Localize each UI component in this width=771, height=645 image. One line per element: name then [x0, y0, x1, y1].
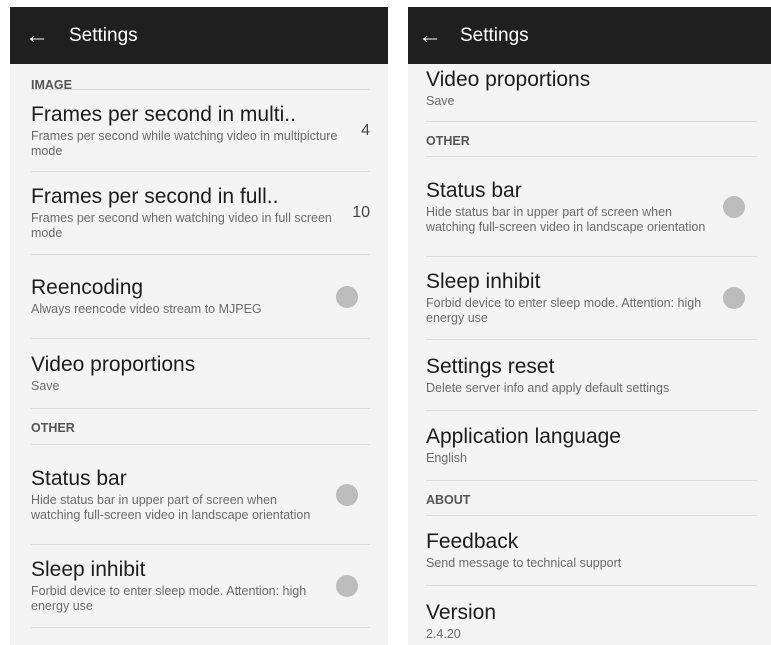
setting-value: 10: [352, 204, 370, 221]
setting-sleep-inhibit[interactable]: Sleep inhibit Forbid device to enter sle…: [31, 545, 370, 628]
section-header-about: ABOUT: [426, 481, 757, 516]
setting-sleep-inhibit[interactable]: Sleep inhibit Forbid device to enter sle…: [426, 257, 757, 340]
page-title: Settings: [69, 24, 138, 46]
setting-subtitle: Frames per second when watching video in…: [31, 211, 332, 240]
setting-title: Frames per second in multi..: [31, 102, 296, 126]
setting-fps-full[interactable]: Frames per second in full.. Frames per s…: [31, 172, 370, 255]
setting-text: Sleep inhibit Forbid device to enter sle…: [426, 270, 709, 326]
setting-status-bar[interactable]: Status bar Hide status bar in upper part…: [426, 157, 757, 257]
setting-text: Status bar Hide status bar in upper part…: [31, 467, 322, 523]
setting-subtitle: Save: [426, 94, 455, 108]
settings-screen-right: ← Settings Video proportions Save OTHER …: [408, 7, 771, 645]
setting-subtitle: Delete server info and apply default set…: [426, 380, 670, 395]
setting-text: Version 2.4.20: [426, 601, 757, 642]
setting-subtitle: Always reencode video stream to MJPEG: [31, 302, 262, 316]
setting-text: Video proportions Save: [31, 353, 370, 394]
setting-subtitle: Hide status bar in upper part of screen …: [31, 492, 311, 522]
setting-version[interactable]: Version 2.4.20: [426, 586, 757, 645]
setting-title: Application language: [426, 425, 621, 448]
setting-application-language[interactable]: Application language English: [426, 411, 757, 481]
setting-text: Application language English: [426, 425, 757, 466]
setting-subtitle: Forbid device to enter sleep mode. Atten…: [31, 584, 307, 613]
setting-reencoding[interactable]: Reencoding Always reencode video stream …: [31, 255, 370, 339]
settings-screen-left: ← Settings IMAGE Frames per second in mu…: [10, 7, 388, 645]
settings-list: IMAGE Frames per second in multi.. Frame…: [10, 64, 388, 628]
setting-text: Sleep inhibit Forbid device to enter sle…: [31, 558, 322, 614]
setting-status-bar[interactable]: Status bar Hide status bar in upper part…: [31, 445, 370, 545]
setting-title: Sleep inhibit: [426, 270, 541, 293]
setting-text: Settings reset Delete server info and ap…: [426, 355, 757, 396]
setting-text: Frames per second in multi.. Frames per …: [31, 103, 338, 159]
setting-title: Settings reset: [426, 354, 555, 378]
setting-text: Video proportions Save: [426, 68, 757, 109]
setting-subtitle: Forbid device to enter sleep mode. Atten…: [426, 296, 702, 325]
setting-fps-multi[interactable]: Frames per second in multi.. Frames per …: [31, 90, 370, 172]
setting-settings-reset[interactable]: Settings reset Delete server info and ap…: [426, 340, 757, 411]
back-arrow-icon[interactable]: ←: [13, 7, 61, 64]
setting-subtitle: Hide status bar in upper part of screen …: [426, 204, 706, 234]
setting-title: Feedback: [426, 530, 519, 553]
section-header-other: OTHER: [426, 122, 757, 157]
setting-subtitle: 2.4.20: [426, 626, 461, 641]
setting-subtitle: Save: [31, 379, 60, 393]
setting-title: Video proportions: [31, 353, 196, 376]
setting-title: Frames per second in full..: [31, 185, 279, 208]
back-arrow-icon[interactable]: ←: [408, 7, 452, 64]
setting-subtitle: English: [426, 451, 467, 465]
settings-list: Video proportions Save OTHER Status bar …: [408, 64, 771, 645]
setting-text: Frames per second in full.. Frames per s…: [31, 185, 338, 241]
setting-title: Reencoding: [31, 276, 144, 299]
setting-title: Video proportions: [426, 68, 591, 91]
setting-value: 4: [361, 121, 370, 139]
status-bar-toggle[interactable]: [336, 483, 358, 506]
setting-text: Feedback Send message to technical suppo…: [426, 530, 757, 571]
sleep-inhibit-toggle[interactable]: [336, 575, 358, 597]
setting-subtitle: Send message to technical support: [426, 556, 622, 570]
setting-video-proportions[interactable]: Video proportions Save: [31, 339, 370, 409]
setting-title: Status bar: [426, 178, 522, 202]
setting-feedback[interactable]: Feedback Send message to technical suppo…: [426, 516, 757, 586]
section-header-other: OTHER: [31, 409, 370, 445]
status-bar-toggle[interactable]: [723, 195, 745, 218]
setting-subtitle: Frames per second while watching video i…: [31, 128, 338, 158]
setting-text: Reencoding Always reencode video stream …: [31, 276, 322, 317]
app-bar: ← Settings: [408, 7, 771, 64]
setting-video-proportions[interactable]: Video proportions Save: [426, 64, 757, 122]
setting-title: Version: [426, 600, 497, 624]
setting-title: Status bar: [31, 466, 127, 490]
reencoding-toggle[interactable]: [336, 285, 358, 308]
sleep-inhibit-toggle[interactable]: [723, 287, 745, 309]
section-header-image: IMAGE: [31, 64, 370, 92]
setting-title: Sleep inhibit: [31, 558, 146, 581]
app-bar: ← Settings: [10, 7, 388, 64]
page-title: Settings: [460, 24, 529, 46]
setting-text: Status bar Hide status bar in upper part…: [426, 179, 709, 235]
